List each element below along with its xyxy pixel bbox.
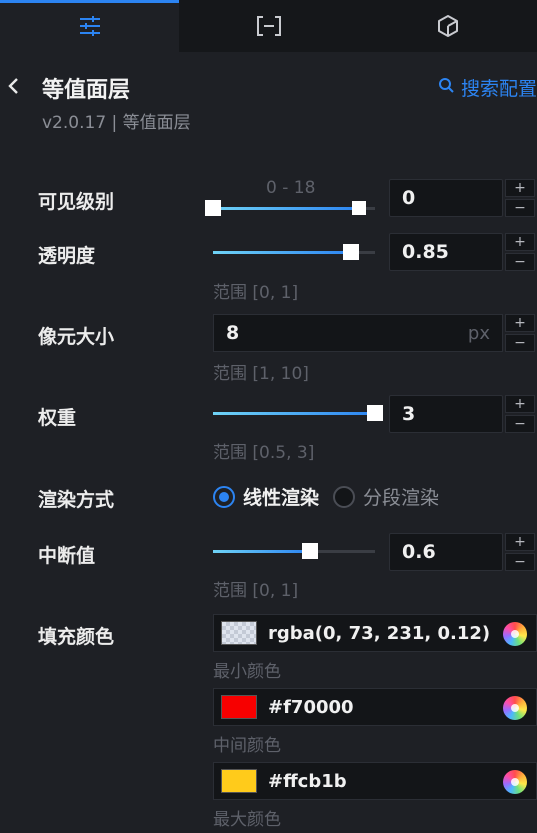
max-color-swatch[interactable] (221, 769, 257, 793)
pixel-size-label: 像元大小 (38, 326, 115, 348)
min-color-picker[interactable]: rgba(0, 73, 231, 0.12) (213, 614, 537, 652)
opacity-stepper: + − (505, 233, 535, 271)
weight-input[interactable]: 3 (389, 395, 503, 433)
page-title: 等值面层 (42, 78, 131, 103)
pixel-size-stepper: + − (505, 314, 535, 352)
breakpoint-stepper: + − (505, 533, 535, 571)
search-config-label: 搜索配置 (460, 78, 537, 100)
render-mode-radio-group: 线性渲染 分段渲染 (213, 483, 439, 510)
pixel-size-range-hint: 范围 [1, 10] (213, 364, 309, 384)
weight-slider[interactable] (213, 403, 383, 423)
radio-checked-icon (213, 485, 235, 508)
mid-color-swatch[interactable] (221, 695, 257, 719)
max-color-caption: 最大颜色 (213, 810, 281, 830)
pixel-size-value: 8 (226, 322, 240, 344)
increment-button[interactable]: + (505, 395, 535, 413)
bracket-minus-icon (256, 15, 282, 37)
cube-icon (436, 14, 460, 38)
sliders-icon (78, 15, 102, 37)
opacity-slider[interactable] (213, 242, 375, 262)
min-color-value: rgba(0, 73, 231, 0.12) (268, 622, 491, 644)
radio-segment[interactable]: 分段渲染 (333, 483, 439, 510)
breakpoint-range-hint: 范围 [0, 1] (213, 581, 299, 601)
weight-label: 权重 (38, 407, 77, 429)
decrement-button[interactable]: − (505, 334, 535, 352)
search-config-button[interactable]: 搜索配置 (438, 74, 537, 101)
color-palette-icon[interactable] (503, 696, 527, 720)
mid-color-value: #f70000 (268, 696, 354, 718)
visible-level-stepper: + − (505, 179, 535, 217)
radio-linear-label: 线性渲染 (243, 487, 320, 509)
radio-segment-label: 分段渲染 (363, 487, 440, 509)
breakpoint-slider[interactable] (213, 541, 375, 561)
visible-level-input[interactable]: 0 (389, 179, 503, 217)
weight-slider-handle[interactable] (367, 405, 383, 421)
tab-interaction[interactable] (358, 0, 537, 52)
render-mode-label: 渲染方式 (38, 489, 115, 511)
back-chevron-icon[interactable] (6, 74, 22, 98)
mid-color-picker[interactable]: #f70000 (213, 688, 537, 726)
decrement-button[interactable]: − (505, 253, 535, 271)
pixel-size-unit: px (467, 322, 490, 344)
decrement-button[interactable]: − (505, 415, 535, 433)
tab-style[interactable] (0, 0, 179, 52)
increment-button[interactable]: + (505, 314, 535, 332)
tab-bar (0, 0, 537, 52)
visible-level-label: 可见级别 (38, 191, 115, 213)
weight-range-hint: 范围 [0.5, 3] (213, 443, 315, 463)
color-palette-icon[interactable] (503, 622, 527, 646)
increment-button[interactable]: + (505, 233, 535, 251)
increment-button[interactable]: + (505, 179, 535, 197)
increment-button[interactable]: + (505, 533, 535, 551)
visible-level-slider[interactable] (205, 198, 375, 218)
breakpoint-input[interactable]: 0.6 (389, 533, 503, 571)
visible-level-range: 0 - 18 (266, 178, 316, 198)
max-color-picker[interactable]: #ffcb1b (213, 762, 537, 800)
max-color-value: #ffcb1b (268, 770, 347, 792)
min-color-swatch[interactable] (221, 621, 257, 645)
pixel-size-input[interactable]: 8 px (213, 314, 503, 352)
opacity-range-hint: 范围 [0, 1] (213, 283, 299, 303)
fill-color-label: 填充颜色 (38, 626, 115, 648)
radio-linear[interactable]: 线性渲染 (213, 483, 319, 510)
opacity-slider-handle[interactable] (343, 244, 359, 260)
weight-stepper: + − (505, 395, 535, 433)
visible-level-handle-max[interactable] (352, 201, 366, 215)
decrement-button[interactable]: − (505, 199, 535, 217)
color-palette-icon[interactable] (503, 770, 527, 794)
radio-unchecked-icon (333, 485, 356, 508)
min-color-caption: 最小颜色 (213, 662, 281, 682)
opacity-input[interactable]: 0.85 (389, 233, 503, 271)
search-icon (438, 77, 455, 99)
tab-data[interactable] (179, 0, 358, 52)
breakpoint-slider-handle[interactable] (302, 543, 318, 559)
mid-color-caption: 中间颜色 (213, 736, 281, 756)
breakpoint-label: 中断值 (38, 545, 96, 567)
page-subtitle: v2.0.17 | 等值面层 (42, 113, 191, 133)
visible-level-handle-min[interactable] (205, 200, 221, 216)
opacity-label: 透明度 (38, 245, 96, 267)
decrement-button[interactable]: − (505, 553, 535, 571)
